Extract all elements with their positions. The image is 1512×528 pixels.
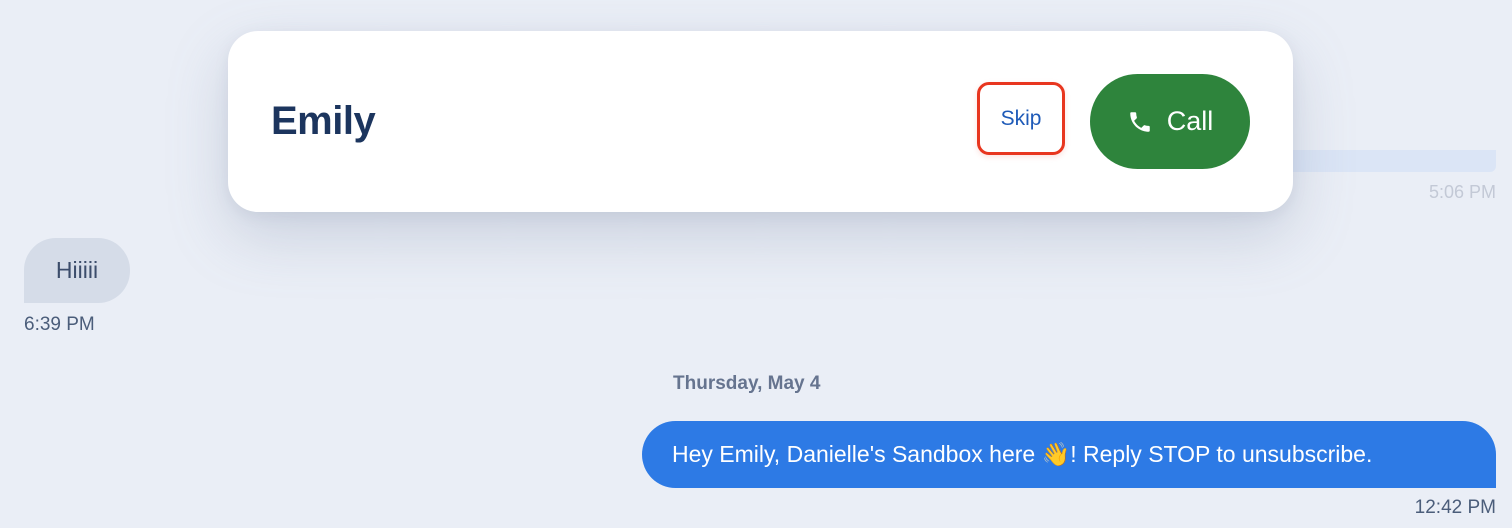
incoming-message-bubble: Hiiiii: [24, 238, 130, 303]
phone-icon: [1127, 109, 1153, 135]
date-separator: Thursday, May 4: [673, 373, 821, 394]
incoming-message-time: 6:39 PM: [24, 314, 95, 335]
outgoing-message-time: 12:42 PM: [1414, 497, 1496, 518]
contact-call-card: Emily Skip Call: [228, 31, 1293, 212]
outgoing-message-text: Hey Emily, Danielle's Sandbox here 👋! Re…: [672, 441, 1373, 467]
conversation-view: 5:06 PM Emily Skip Call Hiiiii 6:39 PM T…: [0, 0, 1512, 528]
earlier-message-time: 5:06 PM: [1428, 182, 1496, 202]
call-button[interactable]: Call: [1090, 74, 1250, 169]
outgoing-message-bubble: Hey Emily, Danielle's Sandbox here 👋! Re…: [642, 421, 1496, 488]
incoming-message-text: Hiiiii: [55, 257, 99, 283]
contact-name: Emily: [271, 99, 376, 143]
skip-button[interactable]: Skip: [977, 82, 1065, 155]
call-button-label: Call: [1166, 106, 1214, 136]
